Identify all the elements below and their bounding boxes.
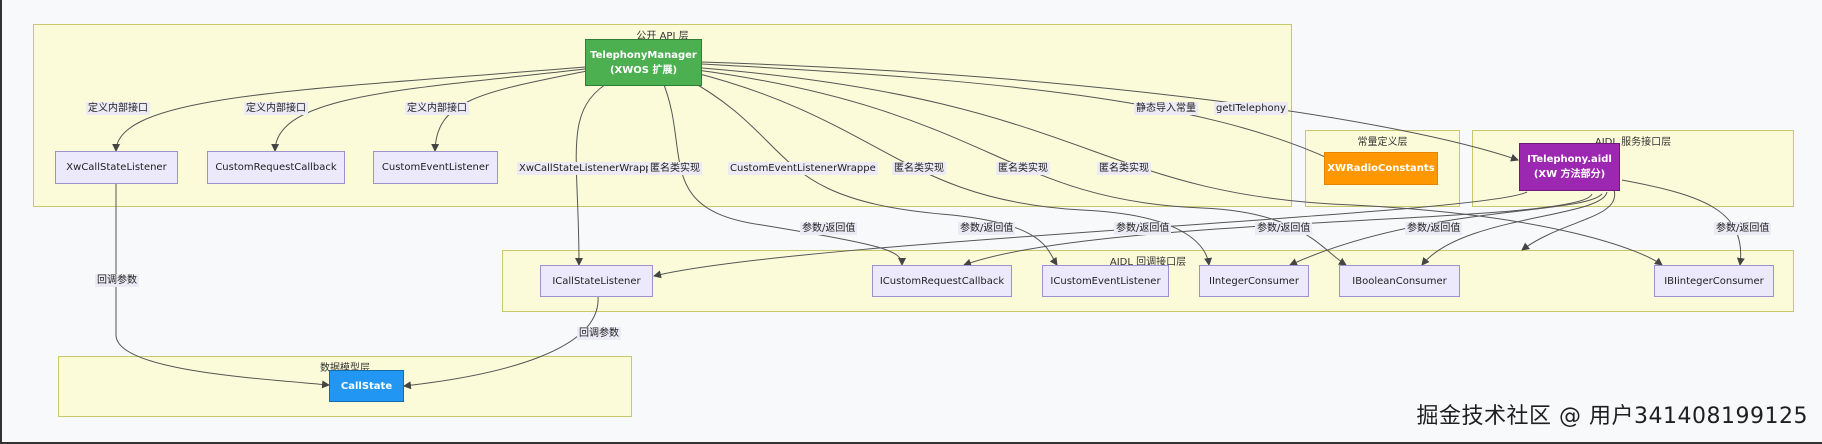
edges-layer bbox=[112, 61, 1745, 390]
edge-label-param-6: 参数/返回值 bbox=[1714, 222, 1772, 235]
node-itelephony-aidl[interactable]: ITelephony.aidl (XW 方法部分) bbox=[1519, 143, 1620, 191]
node-custom-event-listener[interactable]: CustomEventListener bbox=[373, 151, 498, 184]
edge-label-param-5: 参数/返回值 bbox=[1405, 222, 1463, 235]
edge-label-param-2: 参数/返回值 bbox=[958, 222, 1016, 235]
node-custom-request-callback-label: CustomRequestCallback bbox=[215, 162, 337, 173]
node-ibinteger-consumer-label: IBIintegerConsumer bbox=[1664, 275, 1764, 287]
node-itelephony-aidl-line1: ITelephony.aidl bbox=[1527, 154, 1612, 165]
node-xw-call-state-listener[interactable]: XwCallStateListener bbox=[55, 151, 178, 184]
node-telephony-manager[interactable]: TelephonyManager (XWOS 扩展) bbox=[585, 39, 702, 86]
node-icustom-event-listener[interactable]: ICustomEventListener bbox=[1042, 265, 1169, 297]
edge-label-param-1: 参数/返回值 bbox=[800, 222, 858, 235]
node-xw-call-state-listener-label: XwCallStateListener bbox=[66, 162, 167, 173]
edge-icsl-to-callstate bbox=[403, 295, 599, 390]
node-iinteger-consumer-label: IIntegerConsumer bbox=[1209, 275, 1299, 287]
edge-label-static-import: 静态导入常量 bbox=[1134, 102, 1198, 115]
edge-tm-to-itelephony bbox=[701, 61, 1519, 162]
edge-label-callback-param-2: 回调参数 bbox=[577, 327, 621, 340]
node-iboolean-consumer-label: IBooleanConsumer bbox=[1352, 275, 1447, 287]
edge-label-define-internal-2: 定义内部接口 bbox=[244, 102, 308, 115]
node-xw-radio-constants-label: XWRadioConstants bbox=[1327, 163, 1435, 174]
node-icall-state-listener[interactable]: ICallStateListener bbox=[540, 265, 653, 297]
edge-label-define-internal-3: 定义内部接口 bbox=[405, 102, 469, 115]
edge-itel-to-icallstatelistener bbox=[653, 191, 1528, 279]
edge-label-get-itelephony: getITelephony bbox=[1214, 102, 1288, 115]
edge-xwcsl-to-callstate bbox=[115, 183, 330, 389]
node-custom-event-listener-label: CustomEventListener bbox=[381, 162, 490, 173]
node-call-state[interactable]: CallState bbox=[329, 370, 404, 402]
edge-label-callback-param-1: 回调参数 bbox=[95, 274, 139, 287]
edge-label-param-4: 参数/返回值 bbox=[1255, 222, 1313, 235]
node-custom-request-callback[interactable]: CustomRequestCallback bbox=[207, 151, 345, 184]
node-telephony-manager-line1: TelephonyManager bbox=[590, 49, 697, 61]
node-telephony-manager-line2: (XWOS 扩展) bbox=[609, 64, 678, 76]
node-itelephony-aidl-line2: (XW 方法部分) bbox=[1533, 169, 1606, 180]
edge-label-anon-1: 匿名类实现 bbox=[648, 162, 702, 175]
diagram-canvas: 公开 API 层 常量定义层 AIDL 服务接口层 AIDL 回调接口层 数据模… bbox=[0, 0, 1822, 444]
watermark: 掘金技术社区 @ 用户341408199125 bbox=[1416, 404, 1808, 429]
edge-label-define-internal-1: 定义内部接口 bbox=[86, 102, 150, 115]
node-xw-radio-constants[interactable]: XWRadioConstants bbox=[1324, 152, 1438, 185]
edge-tm-to-xwcallstatelistener bbox=[112, 66, 586, 152]
node-icall-state-listener-label: ICallStateListener bbox=[552, 275, 641, 287]
edge-label-param-3: 参数/返回值 bbox=[1114, 222, 1172, 235]
node-call-state-label: CallState bbox=[340, 380, 393, 392]
edge-label-anon-3: 匿名类实现 bbox=[996, 162, 1050, 175]
node-icustom-request-callback[interactable]: ICustomRequestCallback bbox=[872, 265, 1012, 297]
node-icustom-event-listener-label: ICustomEventListener bbox=[1050, 275, 1161, 287]
node-iboolean-consumer[interactable]: IBooleanConsumer bbox=[1339, 265, 1460, 297]
edge-label-wrapper-1: XwCallStateListenerWrapper bbox=[517, 162, 665, 175]
node-iinteger-consumer[interactable]: IIntegerConsumer bbox=[1199, 265, 1309, 297]
edge-label-wrapper-2: CustomEventListenerWrappe bbox=[728, 162, 878, 175]
node-icustom-request-callback-label: ICustomRequestCallback bbox=[879, 275, 1005, 287]
node-ibinteger-consumer[interactable]: IBIintegerConsumer bbox=[1654, 265, 1774, 297]
edge-label-anon-2: 匿名类实现 bbox=[892, 162, 946, 175]
edge-label-anon-4: 匿名类实现 bbox=[1097, 162, 1151, 175]
